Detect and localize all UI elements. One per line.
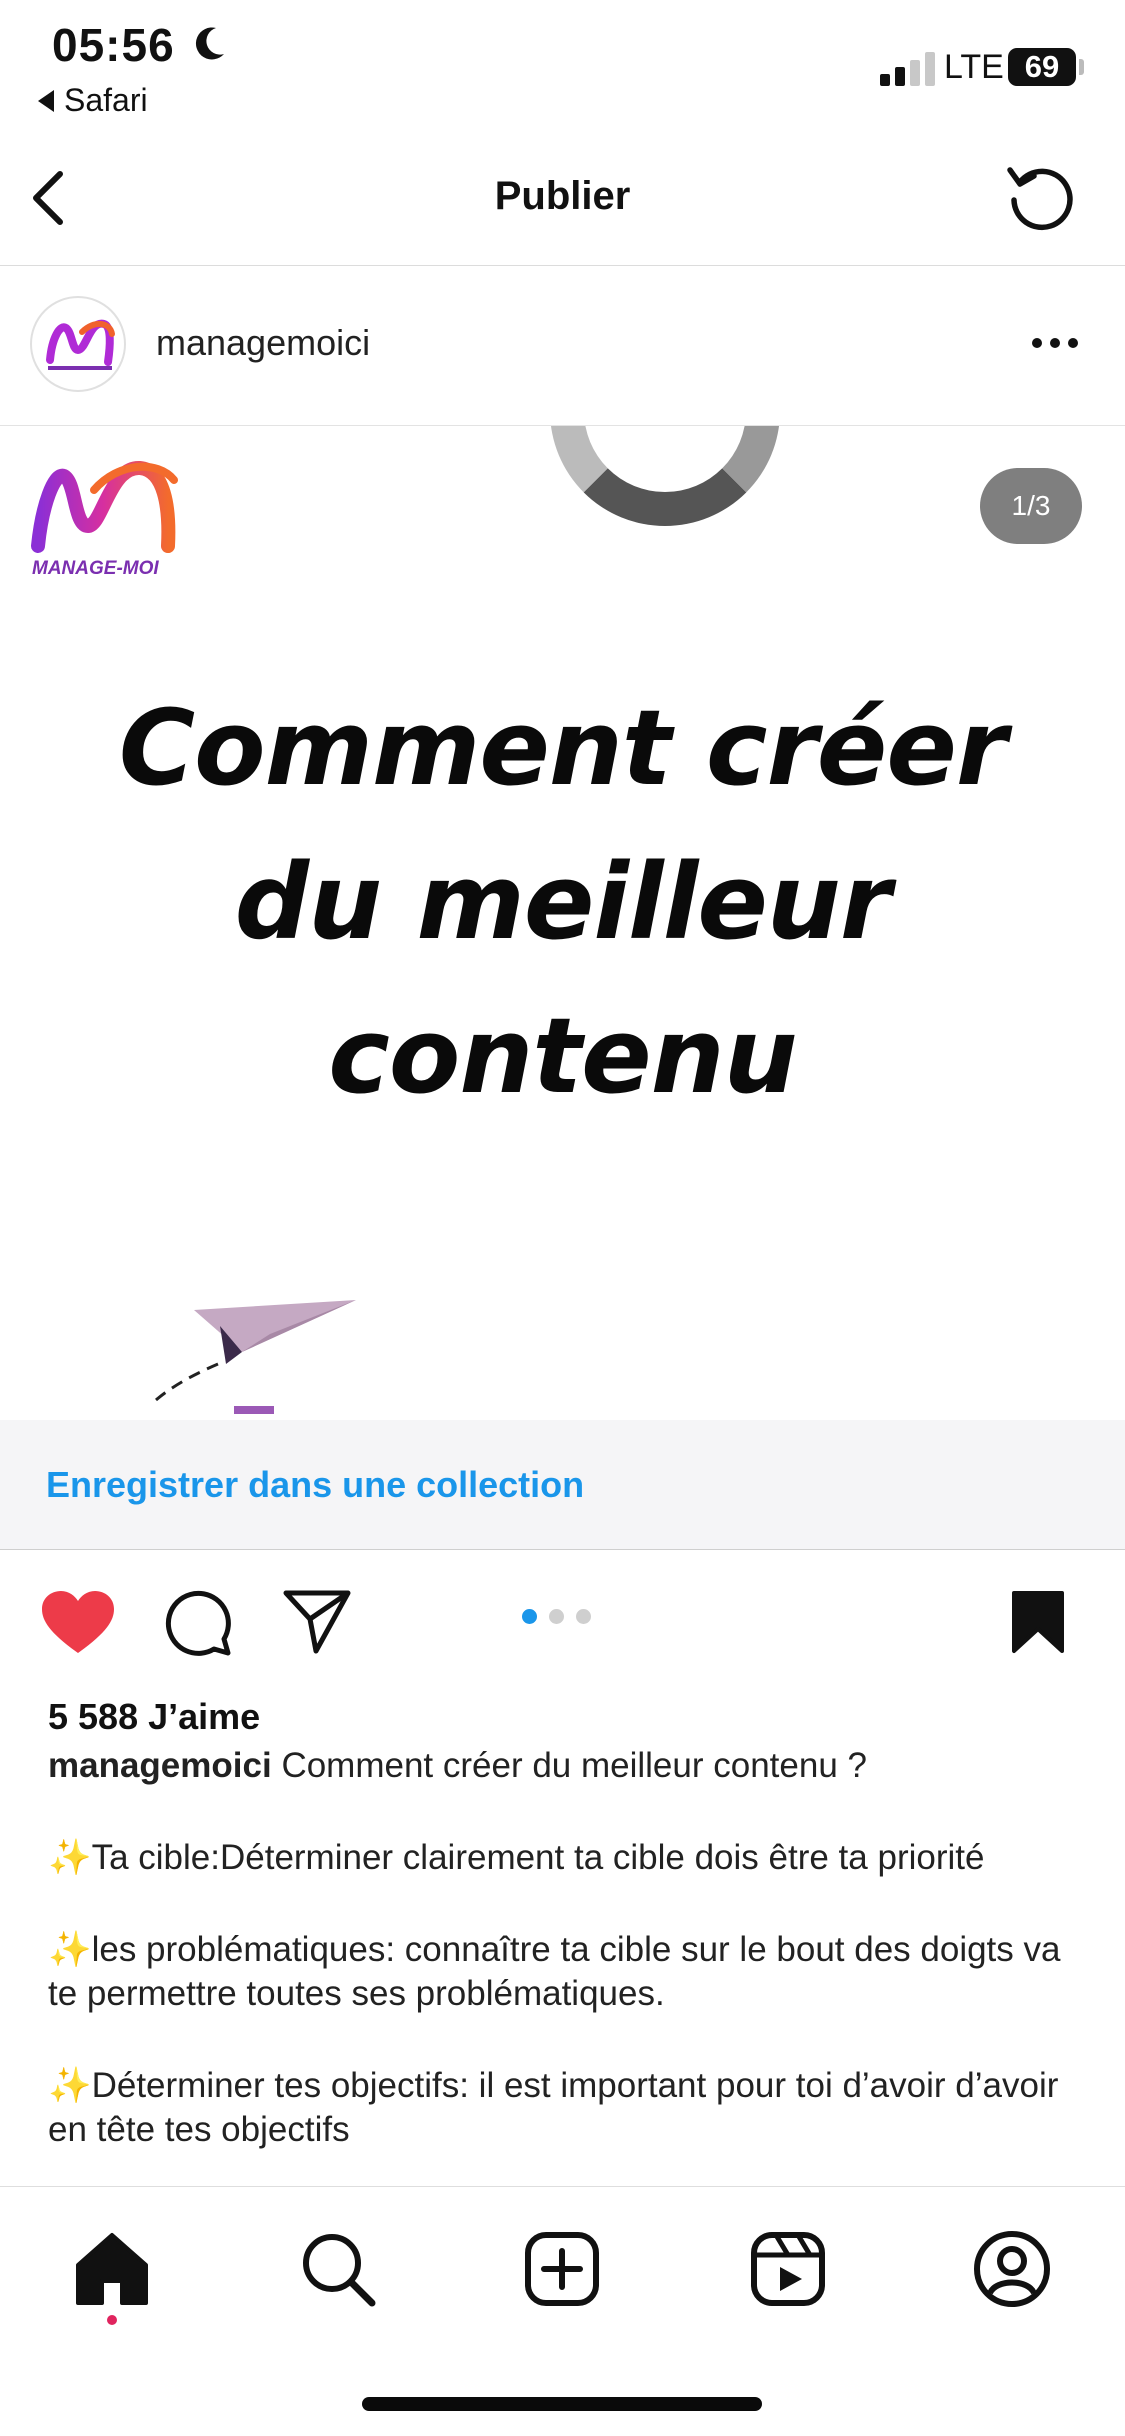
headline-line: contenu (328, 995, 797, 1117)
post-actions (0, 1551, 1125, 1691)
network-type: LTE (944, 48, 1004, 86)
battery-icon: 69 (1008, 48, 1076, 86)
caption-text: managemoici Comment créer du meilleur co… (48, 1744, 1088, 2190)
new-post-icon[interactable] (522, 2229, 602, 2309)
share-icon[interactable] (282, 1589, 352, 1655)
signal-icon (880, 52, 935, 86)
post-username[interactable]: managemoici (156, 322, 370, 364)
caption-area: 5 588 J’aime managemoici Comment créer d… (0, 1690, 1125, 2190)
moon-icon (195, 27, 224, 60)
search-icon[interactable] (298, 2229, 378, 2309)
avatar[interactable] (30, 296, 126, 392)
heart-icon[interactable] (40, 1589, 116, 1657)
carousel-indicator (522, 1609, 591, 1624)
brand-avatar-logo (46, 319, 115, 370)
caption-paragraph: ✨les problématiques: connaître ta cible … (48, 1930, 1061, 2013)
paper-plane-illustration (155, 1300, 356, 1414)
carousel-dot (576, 1609, 591, 1624)
brand-logo-text: MANAGE-MOI (32, 558, 159, 579)
carousel-dot-active (522, 1609, 537, 1624)
back-to-app-link[interactable]: Safari (38, 82, 148, 119)
back-arrow-icon (38, 89, 54, 112)
carousel-dot (549, 1609, 564, 1624)
profile-icon[interactable] (972, 2229, 1052, 2309)
tab-bar (0, 2186, 1125, 2436)
save-to-collection-bar[interactable]: Enregistrer dans une collection (0, 1420, 1125, 1550)
caption-username[interactable]: managemoici (48, 1746, 272, 1785)
save-to-collection-link[interactable]: Enregistrer dans une collection (46, 1464, 584, 1506)
refresh-icon[interactable] (1004, 160, 1078, 234)
post-image[interactable]: MANAGE-MOI 1/3 Comment créer du meilleur… (0, 426, 1125, 1420)
headline-line: du meilleur (234, 841, 891, 963)
decorative-ring (550, 426, 780, 526)
post-headline: Comment créer du meilleur contenu (0, 671, 1125, 1133)
caption-paragraph: ✨Ta cible:Déterminer clairement ta cible… (48, 1838, 985, 1877)
caption-paragraph: ✨Déterminer tes objectifs: il est import… (48, 2066, 1059, 2149)
brand-logo: MANAGE-MOI (31, 461, 178, 579)
status-bar: 05:56 Safari LTE 69 (0, 0, 1125, 130)
reels-icon[interactable] (748, 2229, 828, 2309)
bookmark-icon[interactable] (1010, 1589, 1066, 1655)
back-app-label: Safari (64, 82, 148, 118)
headline-line: Comment créer (118, 687, 1007, 809)
page-title: Publier (494, 174, 631, 218)
caption-title: Comment créer du meilleur contenu ? (281, 1746, 867, 1785)
comment-icon[interactable] (164, 1589, 232, 1657)
post-header: managemoici (0, 266, 1125, 426)
likes-count[interactable]: 5 588 J’aime (48, 1696, 260, 1738)
nav-bar: Publier (0, 130, 1125, 266)
status-time: 05:56 (52, 19, 175, 71)
image-counter-badge: 1/3 (980, 468, 1082, 544)
battery-cap (1079, 59, 1084, 75)
home-notification-dot (107, 2315, 117, 2325)
home-indicator (362, 2397, 762, 2411)
more-options-icon[interactable] (1032, 338, 1078, 348)
home-icon[interactable] (72, 2229, 152, 2309)
